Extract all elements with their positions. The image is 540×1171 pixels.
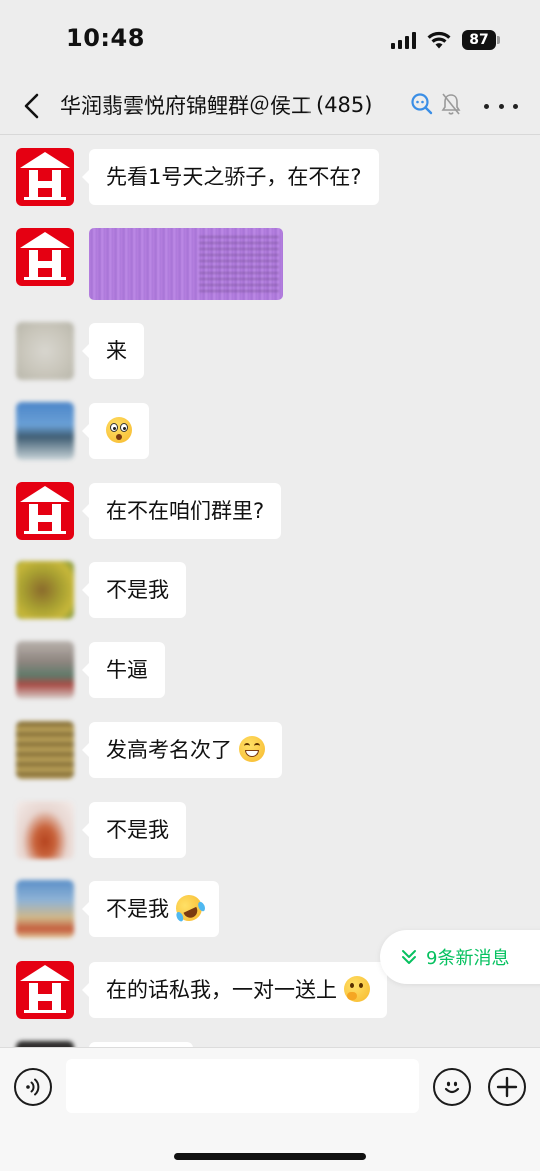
blurred-avatar[interactable] — [16, 402, 74, 460]
hr-logo-icon — [20, 232, 70, 280]
emoji-eye — [349, 983, 354, 988]
image-message[interactable] — [89, 228, 283, 300]
status-time: 10:48 — [66, 24, 145, 52]
hr-logo-icon — [20, 152, 70, 200]
emoji-mouth — [183, 906, 200, 921]
chat-search-icon — [411, 93, 433, 115]
message-bubble[interactable]: 先看1号天之骄子，在不在? — [82, 149, 379, 205]
new-messages-button[interactable]: 9条新消息 — [380, 930, 540, 984]
message-text: 在的话私我，一对一送上 — [106, 978, 337, 1002]
rolling-laughing-face-icon — [171, 890, 207, 926]
hr-logo-avatar[interactable] — [16, 228, 74, 286]
muted-bell-icon — [441, 93, 461, 115]
message-row — [16, 228, 283, 300]
status-icons: 87 — [391, 29, 500, 51]
grinning-face-icon — [238, 736, 265, 762]
chat-title: 华润翡雲悦府锦鲤群＠侯工 (485) — [60, 90, 410, 120]
group-name: 华润翡雲悦府锦鲤群＠侯工 — [60, 94, 312, 118]
hr-logo-avatar[interactable] — [16, 482, 74, 540]
message-bubble[interactable]: 不是我 — [82, 802, 186, 858]
message-row: 先看1号天之骄子，在不在? — [16, 148, 379, 206]
more-options-button[interactable] — [484, 92, 518, 120]
hr-logo-avatar[interactable] — [16, 148, 74, 206]
emoji-tear — [196, 900, 207, 913]
message-bubble[interactable]: 来 — [82, 323, 144, 379]
message-row: 在的话私我，一对一送上 — [16, 961, 387, 1019]
hr-logo-icon — [20, 965, 70, 1013]
title-fade — [306, 94, 316, 116]
double-chevron-down-icon — [402, 950, 416, 964]
blurred-avatar[interactable] — [16, 641, 74, 699]
message-bubble[interactable]: 不是我 — [82, 881, 219, 937]
blurred-avatar[interactable] — [16, 561, 74, 619]
message-bubble[interactable] — [82, 403, 149, 459]
wifi-icon — [427, 31, 451, 49]
emoji-eye — [358, 983, 363, 988]
emoji-mouth — [116, 434, 122, 440]
message-row: 牛逼 — [16, 641, 165, 699]
plus-button[interactable] — [488, 1068, 526, 1106]
more-dots-icon — [484, 103, 489, 109]
header-status-icons — [410, 92, 462, 116]
message-row: 不是我 — [16, 561, 186, 619]
message-input[interactable] — [66, 1059, 419, 1113]
message-row: 不是我 — [16, 880, 219, 938]
message-list[interactable]: 先看1号天之骄子，在不在? 来 在不在咱们群里? 不是我 牛逼 发高考名次了 不… — [0, 135, 540, 1047]
emoji-icon — [444, 1081, 460, 1094]
hr-logo-avatar[interactable] — [16, 961, 74, 1019]
message-bubble[interactable]: 在的话私我，一对一送上 — [82, 962, 387, 1018]
home-indicator[interactable] — [174, 1153, 366, 1160]
plus-icon — [496, 1076, 518, 1098]
blurred-avatar[interactable] — [16, 721, 74, 779]
voice-button[interactable] — [14, 1068, 52, 1106]
emoji-eye — [243, 743, 250, 747]
message-row: 在不在咱们群里? — [16, 482, 282, 540]
more-dot — [513, 103, 518, 109]
blurred-avatar[interactable] — [16, 322, 74, 380]
status-bar: 10:48 87 — [0, 0, 540, 78]
member-count: (485) — [316, 93, 373, 117]
message-bubble[interactable]: 在不在咱们群里? — [81, 483, 282, 539]
message-row: 来 — [16, 322, 144, 380]
message-bubble[interactable]: 不是我 — [82, 562, 186, 618]
message-row: 发高考名次了 — [16, 721, 282, 779]
message-text: 发高考名次了 — [106, 738, 232, 762]
emoji-eye — [110, 423, 118, 432]
emoji-pupil — [123, 427, 126, 430]
blurred-avatar[interactable] — [16, 880, 74, 938]
emoji-button[interactable] — [433, 1068, 471, 1106]
hr-logo-icon — [20, 486, 70, 534]
more-dot — [498, 103, 504, 109]
blurred-avatar[interactable] — [16, 801, 74, 859]
back-button[interactable] — [14, 88, 50, 124]
voice-icon — [26, 1078, 40, 1096]
emoji-eye — [120, 423, 128, 432]
emoji-eye — [253, 743, 260, 747]
signal-icon — [391, 31, 416, 49]
emoji-hand — [346, 992, 357, 1000]
message-row: 不是我 — [16, 801, 186, 859]
message-bubble[interactable]: 牛逼 — [82, 642, 165, 698]
chat-header: 华润翡雲悦府锦鲤群＠侯工 (485) — [0, 78, 540, 134]
message-bubble[interactable]: 发高考名次了 — [82, 722, 282, 778]
back-chevron-icon — [24, 93, 39, 119]
emoji-pupil — [113, 427, 116, 430]
message-text: 不是我 — [106, 897, 169, 921]
emoji-mouth — [244, 750, 259, 757]
flushed-face-icon — [106, 417, 132, 443]
thinking-face-icon — [343, 976, 370, 1002]
message-row — [16, 402, 149, 460]
new-messages-label: 9条新消息 — [426, 948, 510, 969]
battery-icon: 87 — [462, 30, 500, 50]
